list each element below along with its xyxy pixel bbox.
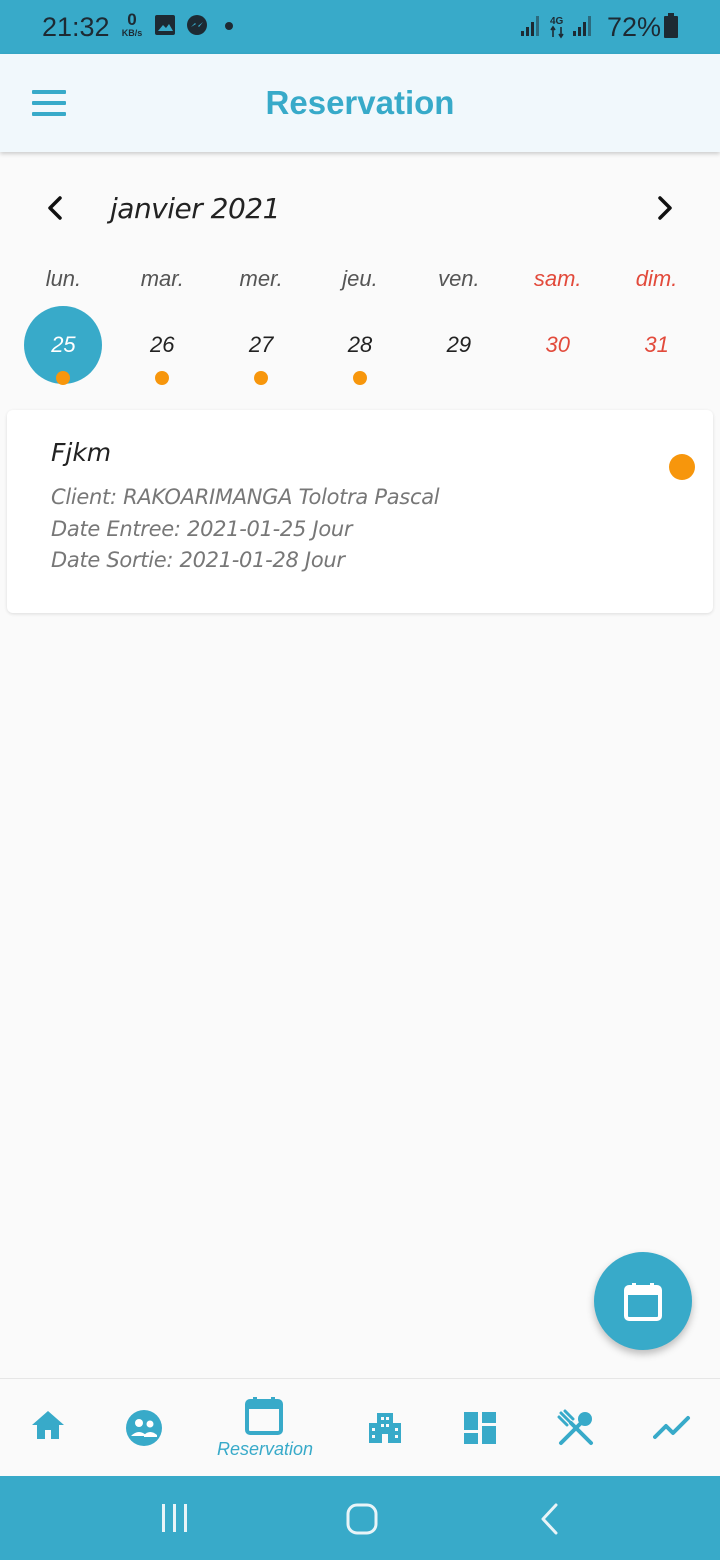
nav-home[interactable] (24, 1379, 76, 1477)
messenger-icon (187, 15, 207, 35)
day-row: 25 26 27 28 29 30 31 (14, 306, 706, 396)
app-bar: Reservation (0, 54, 720, 152)
battery-icon (664, 13, 678, 38)
calendar-header: janvier 2021 (0, 180, 720, 240)
nav-clients[interactable] (120, 1379, 172, 1477)
net-speed: 0 KB/s (118, 10, 146, 38)
day-number: 27 (248, 332, 274, 357)
weekday-label: sam. (533, 266, 582, 291)
image-icon (155, 15, 175, 35)
weekday-label: ven. (438, 266, 480, 291)
back-icon[interactable] (538, 1502, 562, 1536)
bottom-navigation: Reservation (0, 1378, 720, 1476)
day-cell-28[interactable]: 28 (311, 306, 410, 396)
weekday-row: lun. mar. mer. jeu. ven. sam. dim. (14, 266, 706, 300)
clients-icon (126, 1410, 162, 1446)
reservation-date-entree: Date Entree: 2021-01-25 Jour (51, 517, 353, 541)
event-dot (353, 371, 367, 385)
network-label: 4G (550, 16, 564, 27)
signal-icon (521, 16, 539, 36)
month-label: janvier 2021 (110, 192, 280, 225)
system-navigation-bar (0, 1476, 720, 1560)
net-speed-unit: KB/s (121, 28, 143, 38)
reservation-date-sortie: Date Sortie: 2021-01-28 Jour (51, 548, 345, 572)
chevron-right-icon[interactable] (646, 190, 682, 226)
nav-reservation[interactable]: Reservation (210, 1379, 320, 1477)
building-icon (369, 1413, 401, 1443)
net-speed-value: 0 (127, 10, 137, 29)
day-cell-26[interactable]: 26 (113, 306, 212, 396)
signal-icon (573, 16, 591, 36)
nav-trending[interactable] (646, 1379, 698, 1477)
day-number: 29 (446, 332, 472, 357)
page-title: Reservation (265, 84, 455, 121)
chevron-left-icon[interactable] (38, 190, 74, 226)
day-cell-25[interactable]: 25 (14, 306, 113, 396)
reservation-name: Fjkm (51, 438, 112, 467)
day-cell-29[interactable]: 29 (409, 306, 508, 396)
reservation-client: Client: RAKOARIMANGA Tolotra Pascal (51, 485, 440, 509)
day-number: 30 (545, 332, 570, 357)
nav-reservation-label: Reservation (217, 1439, 314, 1459)
day-number: 26 (150, 332, 175, 357)
recents-icon[interactable] (158, 1502, 192, 1534)
reservation-card[interactable]: Fjkm Client: RAKOARIMANGA Tolotra Pascal… (7, 410, 713, 613)
calendar-icon (245, 1397, 283, 1435)
home-button-icon[interactable] (345, 1502, 379, 1536)
day-number: 25 (51, 332, 76, 357)
status-time: 21:32 (42, 12, 110, 42)
weekday-label: mer. (239, 266, 283, 291)
event-dot (254, 371, 269, 385)
status-dot (669, 454, 695, 480)
weekday-label: lun. (45, 266, 82, 291)
day-number: 31 (644, 332, 669, 357)
weekday-label: mar. (140, 266, 184, 291)
day-cell-31[interactable]: 31 (607, 306, 706, 396)
weekday-label: jeu. (342, 266, 378, 291)
nav-dashboard[interactable] (455, 1379, 507, 1477)
dashboard-icon (464, 1412, 496, 1444)
event-dot (155, 371, 170, 385)
day-cell-27[interactable]: 27 (212, 306, 311, 396)
restaurant-icon (557, 1409, 593, 1445)
status-bar: 21:32 0 KB/s 4G 72% (0, 0, 720, 54)
calendar-fab-button[interactable] (594, 1252, 692, 1350)
day-number: 28 (347, 332, 373, 357)
weekday-label: dim. (635, 266, 678, 291)
nav-restaurant[interactable] (550, 1379, 602, 1477)
dot-icon (225, 22, 233, 30)
home-icon (32, 1411, 64, 1439)
battery-percent: 72% (607, 12, 662, 42)
day-cell-30[interactable]: 30 (508, 306, 607, 396)
4g-icon: 4G (550, 16, 564, 39)
calendar-icon (624, 1283, 662, 1321)
nav-building[interactable] (360, 1379, 412, 1477)
trending-icon (653, 1416, 690, 1439)
